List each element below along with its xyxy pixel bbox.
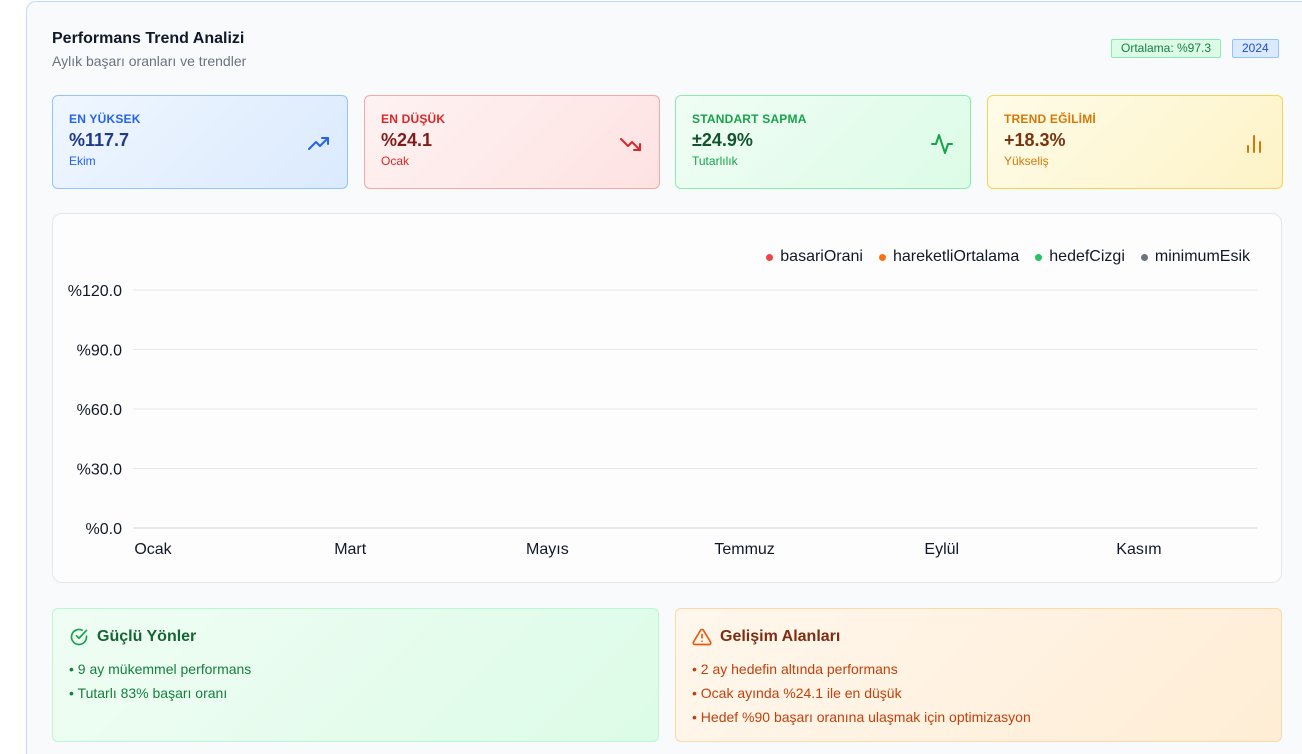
legend-item[interactable]: hareketliOrtalama: [878, 248, 1020, 266]
stat-sub: Yükseliş: [1004, 154, 1049, 168]
legend-label: minimumEsik: [1154, 248, 1250, 265]
x-tick-label: Temmuz: [714, 541, 774, 558]
stat-card-lowest: EN DÜŞÜK %24.1 Ocak: [364, 95, 660, 189]
list-item: 2 ay hedefin altında performans: [692, 657, 1265, 681]
x-tick-label: Eylül: [924, 541, 959, 558]
year-badge: 2024: [1232, 39, 1279, 58]
y-tick-label: %120.0: [68, 283, 122, 300]
strengths-header: Güçlü Yönler: [69, 627, 642, 647]
strengths-title: Güçlü Yönler: [97, 628, 197, 645]
stat-sub: Ocak: [381, 154, 410, 168]
legend-dot: [766, 253, 774, 261]
legend-item[interactable]: minimumEsik: [1140, 248, 1250, 266]
activity-icon: [931, 134, 953, 154]
stat-label: TREND EĞİLİMİ: [1004, 112, 1096, 126]
y-tick-label: %30.0: [77, 462, 122, 479]
stat-card-stddev: STANDART SAPMA ±24.9% Tutarlılık: [675, 95, 971, 189]
list-item: 9 ay mükemmel performans: [69, 657, 642, 681]
improvements-header: Gelişim Alanları: [692, 627, 1265, 647]
x-tick-label: Mayıs: [526, 541, 569, 558]
trending-down-icon: [620, 138, 641, 151]
stat-value: ±24.9%: [692, 130, 753, 150]
x-tick-label: Mart: [334, 541, 367, 558]
chart-legend: basariOrani hareketliOrtalama hedefCizgi…: [766, 248, 1250, 266]
warning-icon: [692, 628, 712, 646]
y-tick-label: %0.0: [86, 521, 123, 538]
legend-item[interactable]: basariOrani: [766, 248, 863, 266]
strengths-panel: Güçlü Yönler 9 ay mükemmel performans Tu…: [52, 608, 659, 742]
legend-dot: [878, 253, 886, 261]
y-tick-label: %60.0: [77, 402, 122, 419]
strengths-list: 9 ay mükemmel performans Tutarlı 83% baş…: [69, 657, 642, 705]
x-tick-label: Kasım: [1116, 541, 1161, 558]
legend-label: hareketliOrtalama: [892, 248, 1020, 265]
list-item: Tutarlı 83% başarı oranı: [69, 681, 642, 705]
line-chart: %0.0 %30.0 %60.0 %90.0 %120.0 Ocak Mart Mayıs Te…: [68, 283, 1257, 558]
x-tick-label: Ocak: [134, 541, 172, 558]
bar-chart-icon: [1247, 135, 1261, 153]
stat-value: %24.1: [381, 130, 433, 150]
list-item: Hedef %90 başarı oranına ulaşmak için op…: [692, 705, 1265, 729]
improvements-list: 2 ay hedefin altında performans Ocak ayı…: [692, 657, 1265, 729]
stat-card-trend: TREND EĞİLİMİ +18.3% Yükseliş: [987, 95, 1283, 189]
legend-label: basariOrani: [780, 248, 863, 265]
average-badge: Ortalama: %97.3: [1111, 39, 1222, 58]
legend-dot: [1035, 253, 1043, 261]
legend-dot: [1140, 253, 1148, 261]
stat-sub: Tutarlılık: [692, 154, 738, 168]
legend-item[interactable]: hedefCizgi: [1035, 248, 1125, 266]
check-circle-icon: [70, 628, 88, 646]
legend-label: hedefCizgi: [1049, 248, 1125, 265]
stat-label: STANDART SAPMA: [692, 112, 807, 126]
stat-card-highest: EN YÜKSEK %117.7 Ekim: [52, 95, 348, 189]
stat-label: EN YÜKSEK: [69, 112, 141, 126]
page-title: Performans Trend Analizi: [52, 30, 245, 47]
list-item: Ocak ayında %24.1 ile en düşük: [692, 681, 1265, 705]
stat-label: EN DÜŞÜK: [381, 112, 446, 126]
improvements-title: Gelişim Alanları: [720, 628, 841, 645]
stat-value: %117.7: [69, 130, 130, 150]
improvements-panel: Gelişim Alanları 2 ay hedefin altında pe…: [675, 608, 1282, 742]
stat-sub: Ekim: [69, 154, 96, 168]
stat-value: +18.3%: [1004, 130, 1066, 150]
trending-up-icon: [308, 137, 329, 150]
y-tick-label: %90.0: [77, 343, 122, 360]
page-subtitle: Aylık başarı oranları ve trendler: [52, 53, 247, 69]
